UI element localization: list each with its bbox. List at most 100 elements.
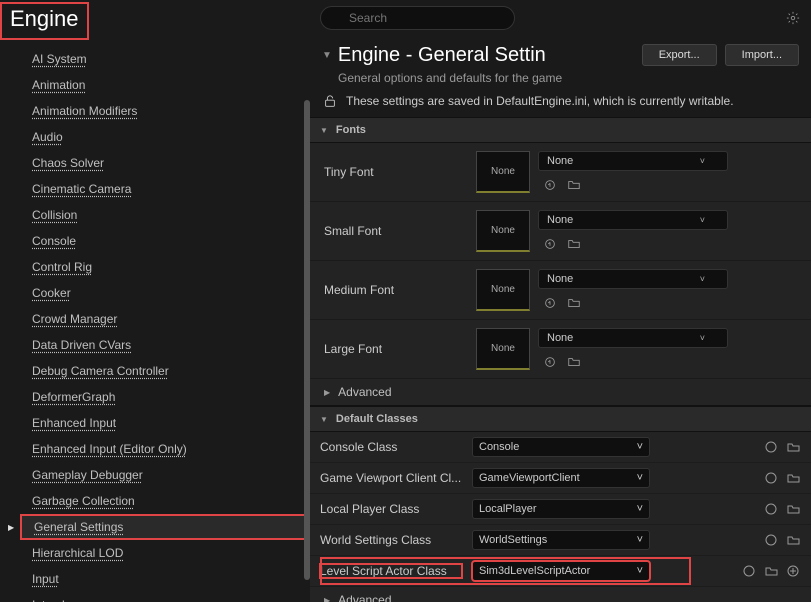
browse-icon[interactable] <box>566 177 582 193</box>
sidebar-item-garbage-collection[interactable]: Garbage Collection <box>20 488 310 514</box>
browse-class-icon[interactable] <box>785 470 801 486</box>
sidebar-item-label: Animation <box>32 78 85 92</box>
font-row-medium: Medium Font None None˅ <box>310 261 811 320</box>
browse-icon[interactable] <box>566 236 582 252</box>
font-label: Medium Font <box>310 283 476 297</box>
classes-advanced-row[interactable]: ▶ Advanced <box>310 587 811 602</box>
browse-class-icon[interactable] <box>763 563 779 579</box>
class-label: World Settings Class <box>320 533 462 547</box>
sidebar-item-label: Cinematic Camera <box>32 182 131 196</box>
font-thumbnail[interactable]: None <box>476 151 530 193</box>
import-button[interactable]: Import... <box>725 44 799 66</box>
edit-icon[interactable] <box>763 501 779 517</box>
sidebar-item-animation[interactable]: Animation <box>20 72 310 98</box>
sidebar-item-general-settings[interactable]: General Settings <box>20 514 310 540</box>
sidebar-item-collision[interactable]: Collision <box>20 202 310 228</box>
edit-icon[interactable] <box>763 470 779 486</box>
browse-class-icon[interactable] <box>785 439 801 455</box>
sidebar-item-audio[interactable]: Audio <box>20 124 310 150</box>
class-row-game-viewport: Game Viewport Client Cl... GameViewportC… <box>310 463 811 494</box>
section-title: Default Classes <box>336 413 418 425</box>
sidebar-item-label: Interchange <box>32 598 95 602</box>
sidebar-item-cinematic-camera[interactable]: Cinematic Camera <box>20 176 310 202</box>
sidebar-item-label: General Settings <box>34 520 123 534</box>
sidebar-item-label: Console <box>32 234 76 248</box>
class-select[interactable]: LocalPlayer˅ <box>472 499 650 519</box>
font-select[interactable]: None˅ <box>538 328 728 348</box>
font-thumbnail[interactable]: None <box>476 210 530 252</box>
sidebar-item-label: Collision <box>32 208 77 222</box>
browse-icon[interactable] <box>566 354 582 370</box>
sidebar-item-label: Audio <box>32 130 63 144</box>
use-selected-icon[interactable] <box>542 295 558 311</box>
font-thumbnail[interactable]: None <box>476 328 530 370</box>
font-label: Small Font <box>310 224 476 238</box>
edit-icon[interactable] <box>763 532 779 548</box>
font-label: Large Font <box>310 342 476 356</box>
sidebar-item-label: DeformerGraph <box>32 390 115 404</box>
sidebar-item-console[interactable]: Console <box>20 228 310 254</box>
sidebar-item-enhanced-input[interactable]: Enhanced Input <box>20 410 310 436</box>
font-thumbnail[interactable]: None <box>476 269 530 311</box>
sidebar-item-deformer-graph[interactable]: DeformerGraph <box>20 384 310 410</box>
class-select[interactable]: GameViewportClient˅ <box>472 468 650 488</box>
sidebar-item-data-driven-cvars[interactable]: Data Driven CVars <box>20 332 310 358</box>
edit-icon[interactable] <box>763 439 779 455</box>
sidebar-item-cooker[interactable]: Cooker <box>20 280 310 306</box>
class-select[interactable]: Sim3dLevelScriptActor˅ <box>472 561 650 581</box>
font-select[interactable]: None˅ <box>538 269 728 289</box>
chevron-right-icon: ▶ <box>324 388 330 397</box>
sidebar-item-chaos-solver[interactable]: Chaos Solver <box>20 150 310 176</box>
use-selected-icon[interactable] <box>542 236 558 252</box>
chevron-down-icon: ˅ <box>700 333 705 343</box>
class-label: Local Player Class <box>320 502 462 516</box>
class-select[interactable]: WorldSettings˅ <box>472 530 650 550</box>
info-text: These settings are saved in DefaultEngin… <box>346 94 734 108</box>
sidebar-item-label: Gameplay Debugger <box>32 468 143 482</box>
advanced-label: Advanced <box>338 385 391 399</box>
sidebar-item-crowd-manager[interactable]: Crowd Manager <box>20 306 310 332</box>
edit-icon[interactable] <box>741 563 757 579</box>
font-select[interactable]: None˅ <box>538 210 728 230</box>
sidebar-item-hierarchical-lod[interactable]: Hierarchical LOD <box>20 540 310 566</box>
advanced-label: Advanced <box>338 593 391 602</box>
fonts-advanced-row[interactable]: ▶ Advanced <box>310 379 811 406</box>
browse-icon[interactable] <box>566 295 582 311</box>
use-selected-icon[interactable] <box>542 177 558 193</box>
chevron-down-icon: ˅ <box>637 472 643 484</box>
unlock-icon <box>322 93 338 109</box>
sidebar-item-control-rig[interactable]: Control Rig <box>20 254 310 280</box>
export-button[interactable]: Export... <box>642 44 717 66</box>
sidebar-item-label: Animation Modifiers <box>32 104 137 118</box>
section-default-classes-header[interactable]: ▼ Default Classes <box>310 406 811 432</box>
class-row-level-script-actor: Level Script Actor Class Sim3dLevelScrip… <box>310 556 811 587</box>
sidebar-item-ai-system[interactable]: AI System <box>20 46 310 72</box>
sidebar-item-gameplay-debugger[interactable]: Gameplay Debugger <box>20 462 310 488</box>
sidebar-item-enhanced-input-editor[interactable]: Enhanced Input (Editor Only) <box>20 436 310 462</box>
scrollbar[interactable] <box>304 100 310 580</box>
class-row-local-player: Local Player Class LocalPlayer˅ <box>310 494 811 525</box>
sidebar-item-label: Cooker <box>32 286 71 300</box>
sidebar-item-input[interactable]: Input <box>20 566 310 592</box>
sidebar-item-debug-camera-controller[interactable]: Debug Camera Controller <box>20 358 310 384</box>
sidebar-item-label: Enhanced Input <box>32 416 116 430</box>
font-select[interactable]: None˅ <box>538 151 728 171</box>
main-panel: ▼ Engine - General Settin General option… <box>310 0 811 602</box>
sidebar-item-interchange[interactable]: Interchange <box>20 592 310 602</box>
chevron-down-icon: ˅ <box>637 534 643 546</box>
browse-class-icon[interactable] <box>785 501 801 517</box>
browse-class-icon[interactable] <box>785 532 801 548</box>
chevron-down-icon: ˅ <box>637 503 643 515</box>
settings-icon[interactable] <box>785 10 801 26</box>
class-select[interactable]: Console˅ <box>472 437 650 457</box>
collapse-icon[interactable]: ▼ <box>322 50 332 61</box>
sidebar-item-label: Garbage Collection <box>32 494 135 508</box>
section-fonts-header[interactable]: ▼ Fonts <box>310 117 811 143</box>
font-row-tiny: Tiny Font None None˅ <box>310 143 811 202</box>
chevron-down-icon: ˅ <box>637 565 643 577</box>
chevron-right-icon: ▶ <box>324 596 330 602</box>
sidebar-item-animation-modifiers[interactable]: Animation Modifiers <box>20 98 310 124</box>
use-selected-icon[interactable] <box>542 354 558 370</box>
add-icon[interactable] <box>785 563 801 579</box>
search-input[interactable] <box>320 6 515 30</box>
